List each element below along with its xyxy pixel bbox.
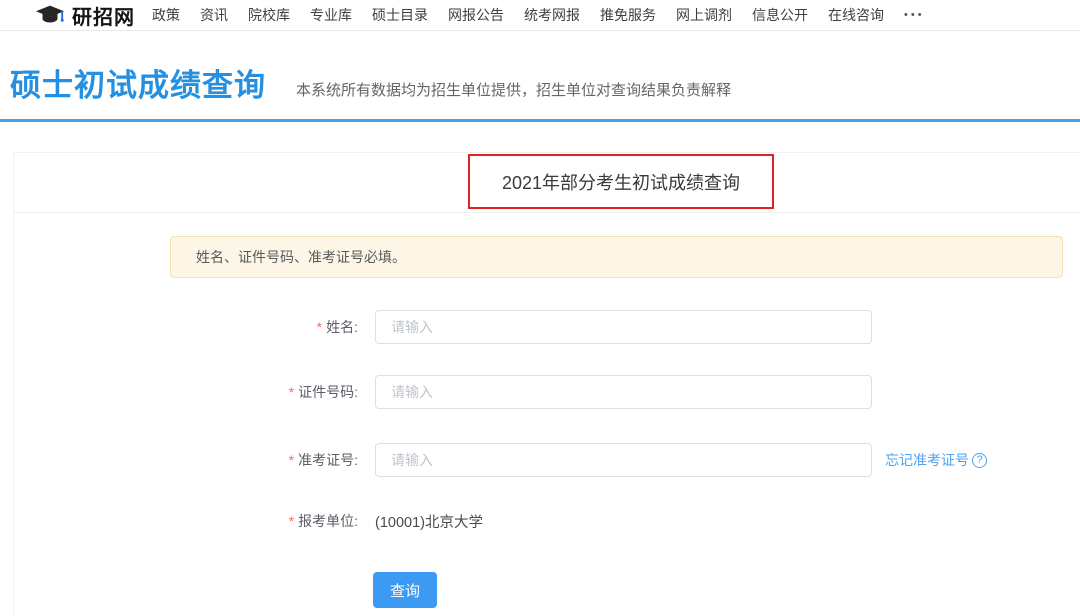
name-label-text: 姓名: [326, 317, 358, 337]
nav-item-news[interactable]: 资讯 [200, 5, 228, 25]
nav-item-college-library[interactable]: 院校库 [248, 5, 290, 25]
blue-divider [0, 119, 1080, 122]
page-subtitle: 本系统所有数据均为招生单位提供，招生单位对查询结果负责解释 [296, 79, 731, 100]
nav-item-unified-exam-report[interactable]: 统考网报 [524, 5, 580, 25]
panel-header-divider [14, 212, 1080, 213]
required-asterisk: * [317, 319, 322, 335]
top-navigation-bar: 研招网 政策 资讯 院校库 专业库 硕士目录 网报公告 统考网报 推免服务 网上… [0, 0, 1080, 31]
site-logo[interactable]: 研招网 [35, 1, 135, 30]
unit-label: * 报考单位: [170, 504, 358, 538]
id-number-input[interactable] [375, 375, 872, 409]
forgot-ticket-link[interactable]: 忘记准考证号 ? [885, 443, 987, 477]
nav-item-online-consult[interactable]: 在线咨询 [828, 5, 884, 25]
unit-value: (10001)北京大学 [375, 504, 483, 538]
required-asterisk: * [289, 513, 294, 529]
nav-item-online-report-notice[interactable]: 网报公告 [448, 5, 504, 25]
nav-item-policy[interactable]: 政策 [152, 5, 180, 25]
graduation-cap-icon [35, 4, 65, 26]
nav-menu: 政策 资讯 院校库 专业库 硕士目录 网报公告 统考网报 推免服务 网上调剂 信… [152, 5, 925, 25]
nav-item-major-library[interactable]: 专业库 [310, 5, 352, 25]
panel-title-wrap: 2021年部分考生初试成绩查询 [468, 155, 774, 208]
panel-title: 2021年部分考生初试成绩查询 [502, 169, 740, 195]
nav-item-info-disclosure[interactable]: 信息公开 [752, 5, 808, 25]
ticket-number-input[interactable] [375, 443, 872, 477]
alert-text: 姓名、证件号码、准考证号必填。 [196, 247, 406, 267]
unit-label-text: 报考单位: [298, 511, 358, 531]
ticket-number-label-text: 准考证号: [298, 450, 358, 470]
nav-item-master-catalog[interactable]: 硕士目录 [372, 5, 428, 25]
help-question-icon: ? [972, 453, 987, 468]
required-asterisk: * [289, 384, 294, 400]
required-asterisk: * [289, 452, 294, 468]
page-title: 硕士初试成绩查询 [10, 60, 266, 105]
required-fields-alert: 姓名、证件号码、准考证号必填。 [170, 236, 1063, 278]
id-number-label-text: 证件号码: [298, 382, 358, 402]
nav-item-exempt-service[interactable]: 推免服务 [600, 5, 656, 25]
name-label: * 姓名: [170, 310, 358, 344]
query-submit-button[interactable]: 查询 [373, 572, 437, 608]
id-number-label: * 证件号码: [170, 375, 358, 409]
nav-item-online-adjustment[interactable]: 网上调剂 [676, 5, 732, 25]
logo-text: 研招网 [72, 1, 135, 30]
forgot-ticket-link-text: 忘记准考证号 [885, 450, 969, 470]
nav-more-ellipsis-icon[interactable]: ••• [904, 9, 925, 21]
ticket-number-label: * 准考证号: [170, 443, 358, 477]
name-input[interactable] [375, 310, 872, 344]
